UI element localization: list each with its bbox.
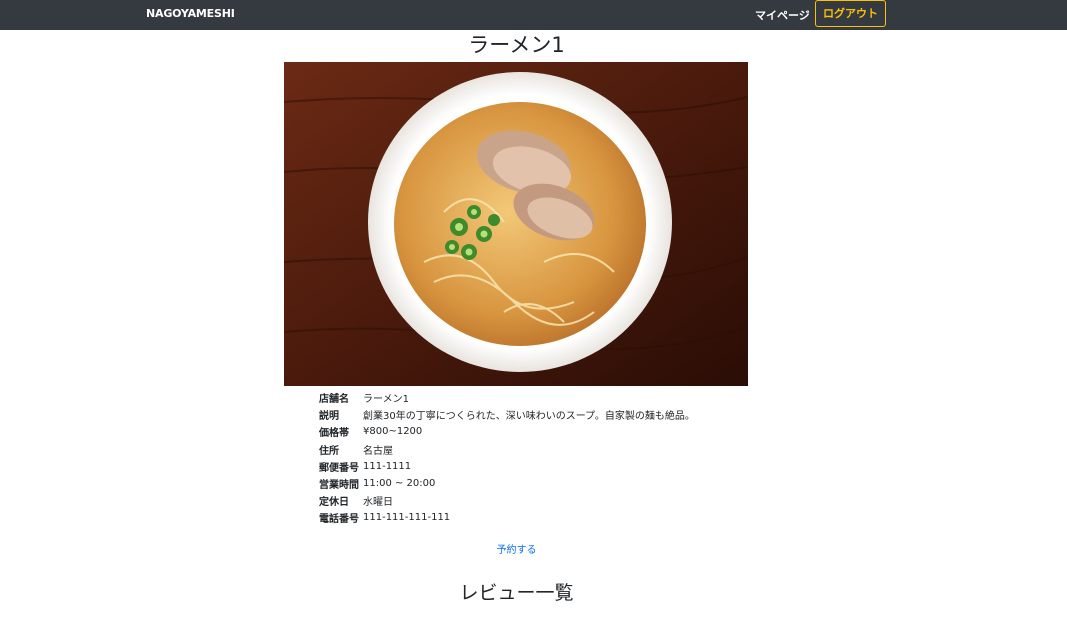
- logout-button[interactable]: ログアウト: [815, 0, 886, 27]
- info-row-hours: 営業時間 11:00 ~ 20:00: [319, 475, 695, 492]
- info-label: 価格帯: [319, 428, 349, 440]
- info-value: 11:00 ~ 20:00: [363, 478, 436, 490]
- reserve-link[interactable]: 予約する: [0, 541, 1033, 556]
- info-value: 名古屋: [363, 445, 393, 457]
- page-title: ラーメン1: [468, 33, 565, 57]
- info-value: 水曜日: [363, 497, 393, 509]
- shop-photo: [284, 62, 748, 386]
- brand-link[interactable]: NAGOYAMESHI: [146, 7, 235, 20]
- info-row-phone: 電話番号 111-111-111-111: [319, 509, 695, 526]
- info-value: ¥800~1200: [363, 426, 423, 438]
- info-label: 説明: [319, 411, 339, 423]
- info-row-holiday: 定休日 水曜日: [319, 492, 695, 509]
- info-row-price: 価格帯 ¥800~1200: [319, 423, 695, 440]
- info-label: 住所: [319, 445, 339, 457]
- info-value: ラーメン1: [363, 394, 409, 406]
- info-row-address: 住所 名古屋: [319, 441, 695, 458]
- info-row-postal: 郵便番号 111-1111: [319, 458, 695, 475]
- info-label: 営業時間: [319, 480, 359, 492]
- top-navbar: NAGOYAMESHI マイページ ログアウト: [0, 0, 1067, 30]
- reviews-heading: レビュー一覧: [459, 582, 574, 604]
- info-value: 創業30年の丁寧につくられた、深い味わいのスープ。自家製の麺も絶品。: [363, 411, 695, 423]
- info-row-description: 説明 創業30年の丁寧につくられた、深い味わいのスープ。自家製の麺も絶品。: [319, 406, 695, 423]
- info-value: 111-111-111-111: [363, 512, 451, 524]
- info-label: 電話番号: [319, 514, 359, 526]
- info-value: 111-1111: [363, 460, 412, 472]
- shop-info-table: 店舗名 ラーメン1 説明 創業30年の丁寧につくられた、深い味わいのスープ。自家…: [319, 389, 695, 527]
- info-label: 定休日: [319, 497, 349, 509]
- info-label: 店舗名: [319, 394, 349, 406]
- mypage-link[interactable]: マイページ: [755, 7, 810, 23]
- info-label: 郵便番号: [319, 462, 359, 474]
- info-row-name: 店舗名 ラーメン1: [319, 389, 695, 406]
